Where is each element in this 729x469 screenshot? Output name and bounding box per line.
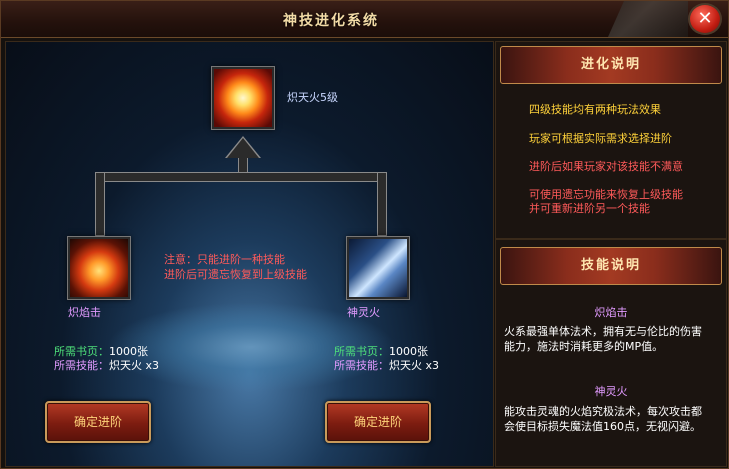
left-skill-name: 炽焰击 xyxy=(68,306,101,319)
skill2-desc-line-1: 能攻击灵魂的火焰究极法术，每次攻击都 xyxy=(504,405,702,418)
sidebar-divider xyxy=(496,238,726,240)
connector-horizontal xyxy=(95,172,387,182)
evolution-tree-panel: 炽天火5级 炽焰击 神灵火 注意：只能进阶一种技能 进阶后可遗忘恢复到上级技能 … xyxy=(5,41,494,467)
top-skill-name: 炽天火5级 xyxy=(287,91,338,104)
skill2-desc-line-2: 会使目标损失魔法值160点，无视闪避。 xyxy=(504,420,701,433)
skill1-title: 炽焰击 xyxy=(594,306,628,319)
skill-info-header: 技能说明 xyxy=(500,247,722,285)
left-skill-label: 所需技能： xyxy=(54,359,109,372)
left-book-value: 1000张 xyxy=(109,345,148,358)
right-skill-value: 炽天火 x3 xyxy=(389,359,440,372)
sun-fire-icon[interactable] xyxy=(212,67,274,129)
skill1-description: 火系最强单体法术，拥有无与伦比的伤害 能力，施法时消耗更多的MP值。 xyxy=(504,324,720,354)
confirm-evolve-right-button[interactable]: 确定进阶 xyxy=(325,401,431,443)
evolution-notice: 注意：只能进阶一种技能 进阶后可遗忘恢复到上级技能 xyxy=(164,252,307,282)
evolution-info-header: 进化说明 xyxy=(500,46,722,84)
tip-1: 四级技能均有两种玩法效果 xyxy=(529,103,661,116)
flame-burst-icon[interactable] xyxy=(68,237,130,299)
spirit-fire-icon[interactable] xyxy=(347,237,409,299)
connector-vertical-right xyxy=(377,172,387,236)
right-skill-name: 神灵火 xyxy=(347,306,380,319)
tip-2: 玩家可根据实际需求选择进阶 xyxy=(529,132,672,145)
left-requirements: 所需书页：1000张 所需技能：炽天火 x3 xyxy=(54,345,159,373)
window-title: 神技进化系统 xyxy=(283,13,379,29)
title-ornament xyxy=(608,1,688,37)
tip-5: 并可重新进阶另一个技能 xyxy=(529,202,650,215)
connector-vertical-left xyxy=(95,172,105,236)
skill2-description: 能攻击灵魂的火焰究极法术，每次攻击都 会使目标损失魔法值160点，无视闪避。 xyxy=(504,404,720,434)
arrow-up-icon xyxy=(227,138,259,158)
skill2-title: 神灵火 xyxy=(594,385,628,398)
right-skill-label: 所需技能： xyxy=(334,359,389,372)
notice-line-2: 进阶后可遗忘恢复到上级技能 xyxy=(164,268,307,281)
confirm-evolve-left-button[interactable]: 确定进阶 xyxy=(45,401,151,443)
title-bar[interactable]: 神技进化系统 ✕ xyxy=(1,1,728,38)
notice-line-1: 注意：只能进阶一种技能 xyxy=(164,253,285,266)
skill-evolution-window: 神技进化系统 ✕ 炽天火5级 炽焰击 神灵火 注意：只能进阶一种技能 进阶后可遗… xyxy=(0,0,729,469)
close-button[interactable]: ✕ xyxy=(688,3,722,35)
left-book-label: 所需书页： xyxy=(54,345,109,358)
right-book-value: 1000张 xyxy=(389,345,428,358)
tip-3: 进阶后如果玩家对该技能不满意 xyxy=(529,160,683,173)
skill1-desc-line-1: 火系最强单体法术，拥有无与伦比的伤害 xyxy=(504,325,702,338)
right-book-label: 所需书页： xyxy=(334,345,389,358)
info-sidebar: 进化说明 四级技能均有两种玩法效果 玩家可根据实际需求选择进阶 进阶后如果玩家对… xyxy=(495,41,727,467)
right-requirements: 所需书页：1000张 所需技能：炽天火 x3 xyxy=(334,345,439,373)
skill1-desc-line-2: 能力，施法时消耗更多的MP值。 xyxy=(504,340,664,353)
tip-4: 可使用遗忘功能来恢复上级技能 xyxy=(529,188,683,201)
left-skill-value: 炽天火 x3 xyxy=(109,359,160,372)
